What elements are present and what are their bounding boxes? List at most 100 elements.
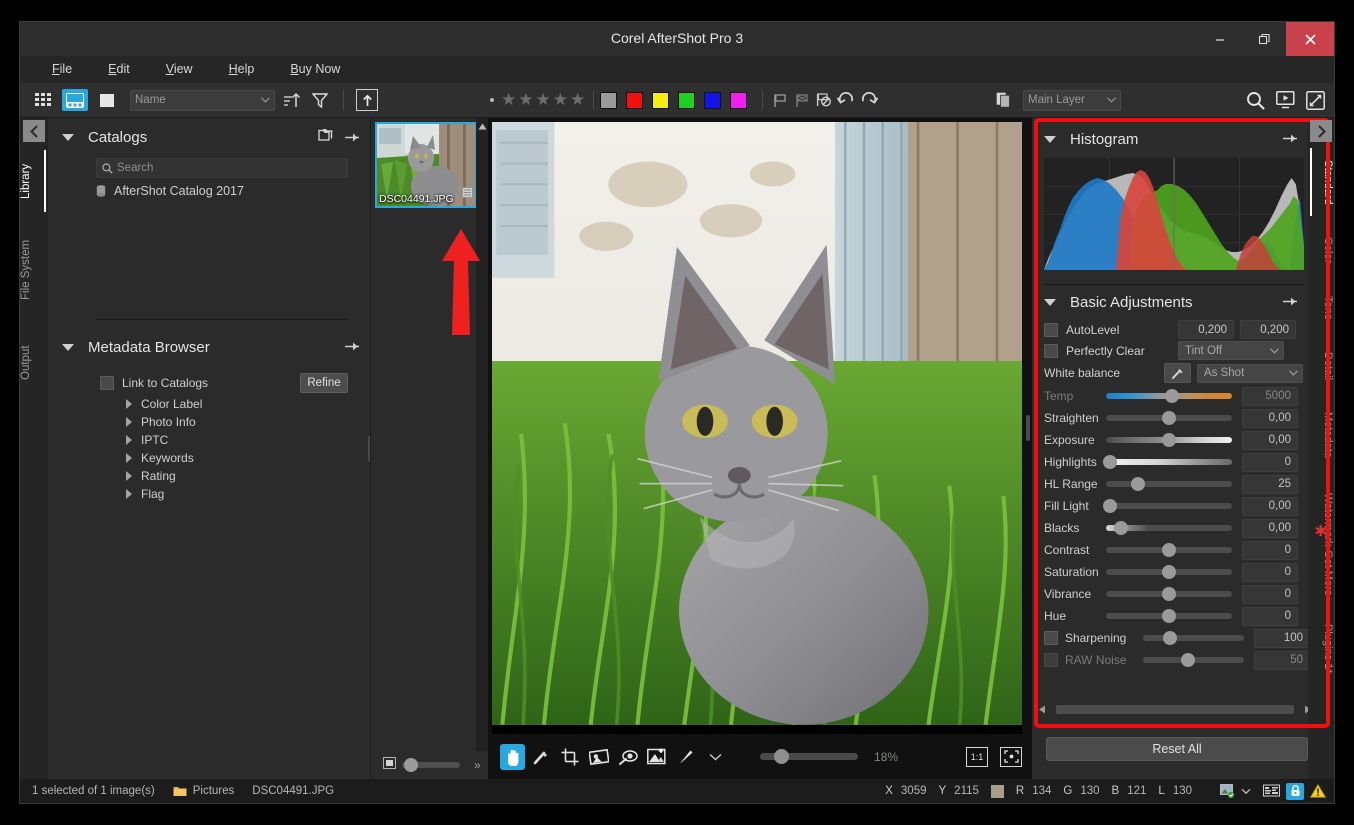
expand-right-panel-button[interactable] (1310, 120, 1332, 142)
metadata-item-flag[interactable]: Flag (48, 485, 370, 503)
perfectly-clear-row[interactable]: Perfectly Clear Tint Off (1038, 340, 1310, 361)
triangle-right-icon[interactable] (126, 471, 132, 481)
new-catalog-icon[interactable] (318, 129, 335, 148)
flag-reject-icon[interactable] (791, 89, 813, 111)
triangle-right-icon[interactable] (126, 417, 132, 427)
slider-row-contrast[interactable]: Contrast 0 (1038, 539, 1310, 561)
slider-track[interactable] (1106, 459, 1232, 465)
crop-tool[interactable] (558, 744, 583, 770)
filmstrip-view-icon[interactable] (62, 89, 88, 111)
zoom-1-1-button[interactable]: 1:1 (966, 747, 988, 767)
funnel-filter-icon[interactable] (309, 89, 331, 111)
scrollbar-thumb[interactable] (1056, 705, 1294, 714)
metadata-item-iptc[interactable]: IPTC (48, 431, 370, 449)
minimize-button[interactable] (1198, 22, 1242, 56)
slider-track[interactable] (1106, 415, 1232, 421)
link-to-catalogs-checkbox[interactable] (100, 376, 114, 390)
slider-knob[interactable] (1103, 455, 1117, 469)
slider-value[interactable]: 100 (1254, 629, 1310, 648)
slider-track[interactable] (1143, 635, 1245, 641)
slider-knob[interactable] (1162, 587, 1176, 601)
slider-value[interactable]: 0 (1242, 541, 1298, 560)
triangle-down-icon[interactable] (1044, 136, 1056, 143)
slider-value[interactable]: 0,00 (1242, 409, 1298, 428)
tab-plugins[interactable]: Plugins 1* (1308, 616, 1334, 682)
rating-star-3[interactable]: ★ (536, 90, 551, 110)
chevron-down-icon[interactable] (1241, 788, 1251, 795)
flag-none-icon[interactable] (813, 89, 835, 111)
slider-value[interactable]: 0 (1242, 453, 1298, 472)
catalogs-header[interactable]: Catalogs (48, 118, 370, 156)
tint-combo[interactable]: Tint Off (1178, 341, 1284, 360)
tab-tone[interactable]: Tone (1308, 284, 1334, 332)
tab-metadata[interactable]: Metadata (1308, 400, 1334, 470)
pin-icon[interactable] (1283, 296, 1298, 307)
slider-track[interactable] (1106, 547, 1232, 553)
right-panel-horizontal-scrollbar[interactable] (1038, 703, 1312, 716)
slider-value[interactable]: 25 (1242, 475, 1298, 494)
slider-value[interactable]: 0,00 (1242, 497, 1298, 516)
collapse-left-panel-button[interactable] (23, 120, 45, 142)
straighten-tool[interactable] (587, 744, 612, 770)
slider-track[interactable] (1106, 525, 1232, 531)
triangle-down-icon[interactable] (1044, 299, 1056, 306)
flag-pick-icon[interactable] (769, 89, 791, 111)
slider-knob[interactable] (404, 758, 418, 772)
slider-value[interactable]: 0 (1242, 585, 1298, 604)
slider-track[interactable] (1106, 591, 1232, 597)
sort-ascending-icon[interactable] (281, 89, 303, 111)
slider-value[interactable]: 0,00 (1242, 519, 1298, 538)
tab-standard[interactable]: Standard (1308, 148, 1334, 216)
slider-row-blacks[interactable]: Blacks 0,00 (1038, 517, 1310, 539)
slider-row-hue[interactable]: Hue 0 (1038, 605, 1310, 627)
slider-row-hl-range[interactable]: HL Range 25 (1038, 473, 1310, 495)
color-label-none[interactable] (600, 92, 617, 109)
slider-track[interactable] (1106, 613, 1232, 619)
basic-adjustments-header[interactable]: Basic Adjustments (1038, 285, 1310, 319)
catalog-item[interactable]: AfterShot Catalog 2017 (48, 178, 370, 198)
metadata-item-keywords[interactable]: Keywords (48, 449, 370, 467)
preview-image-icon[interactable] (1220, 784, 1235, 798)
slider-row-straighten[interactable]: Straighten 0,00 (1038, 407, 1310, 429)
slider-track[interactable] (1106, 393, 1232, 399)
slider-knob[interactable] (774, 749, 789, 764)
slider-knob[interactable] (1162, 543, 1176, 557)
slider-knob[interactable] (1103, 499, 1117, 513)
sidebar-item-file-system[interactable]: File System (20, 223, 48, 317)
rating-zero-dot[interactable] (490, 98, 494, 102)
thumbnail-more-button[interactable]: » (474, 758, 481, 772)
slider-knob[interactable] (1162, 565, 1176, 579)
metadata-item-photo-info[interactable]: Photo Info (48, 413, 370, 431)
pin-icon[interactable] (345, 339, 360, 356)
slider-track[interactable] (1106, 437, 1232, 443)
warning-triangle-icon[interactable] (1310, 784, 1326, 798)
slider-value[interactable]: 5000 (1242, 387, 1298, 406)
metadata-item-color-label[interactable]: Color Label (48, 395, 370, 413)
image-canvas[interactable] (492, 122, 1022, 734)
slider-track[interactable] (1106, 569, 1232, 575)
copy-layer-icon[interactable] (993, 89, 1015, 111)
heal-clone-tool[interactable] (645, 744, 670, 770)
layer-combo[interactable]: Main Layer (1023, 90, 1121, 111)
slider-knob[interactable] (1163, 631, 1177, 645)
pin-icon[interactable] (1283, 133, 1298, 144)
slider-row-exposure[interactable]: Exposure 0,00 (1038, 429, 1310, 451)
slider-row-saturation[interactable]: Saturation 0 (1038, 561, 1310, 583)
slider-track[interactable] (1106, 503, 1232, 509)
triangle-right-icon[interactable] (126, 489, 132, 499)
thumbnail-item[interactable]: DSC04491.JPG (375, 122, 477, 208)
eyedropper-icon[interactable] (1164, 363, 1191, 383)
pan-hand-tool[interactable] (500, 744, 525, 770)
slider-knob[interactable] (1162, 609, 1176, 623)
viewer-resize-grip[interactable] (1026, 415, 1030, 441)
color-label-yellow[interactable] (652, 92, 669, 109)
slider-row-sharpening[interactable]: Sharpening 100 (1038, 627, 1310, 649)
slider-track[interactable] (1106, 481, 1232, 487)
refine-button[interactable]: Refine (300, 373, 348, 393)
restore-button[interactable] (1242, 22, 1286, 56)
lock-icon[interactable] (1286, 783, 1304, 800)
white-balance-eyedropper-tool[interactable] (529, 744, 554, 770)
autolevel-checkbox[interactable] (1044, 323, 1058, 337)
menu-help[interactable]: Help (213, 59, 275, 79)
tab-get-more[interactable]: Get More (1308, 540, 1334, 606)
